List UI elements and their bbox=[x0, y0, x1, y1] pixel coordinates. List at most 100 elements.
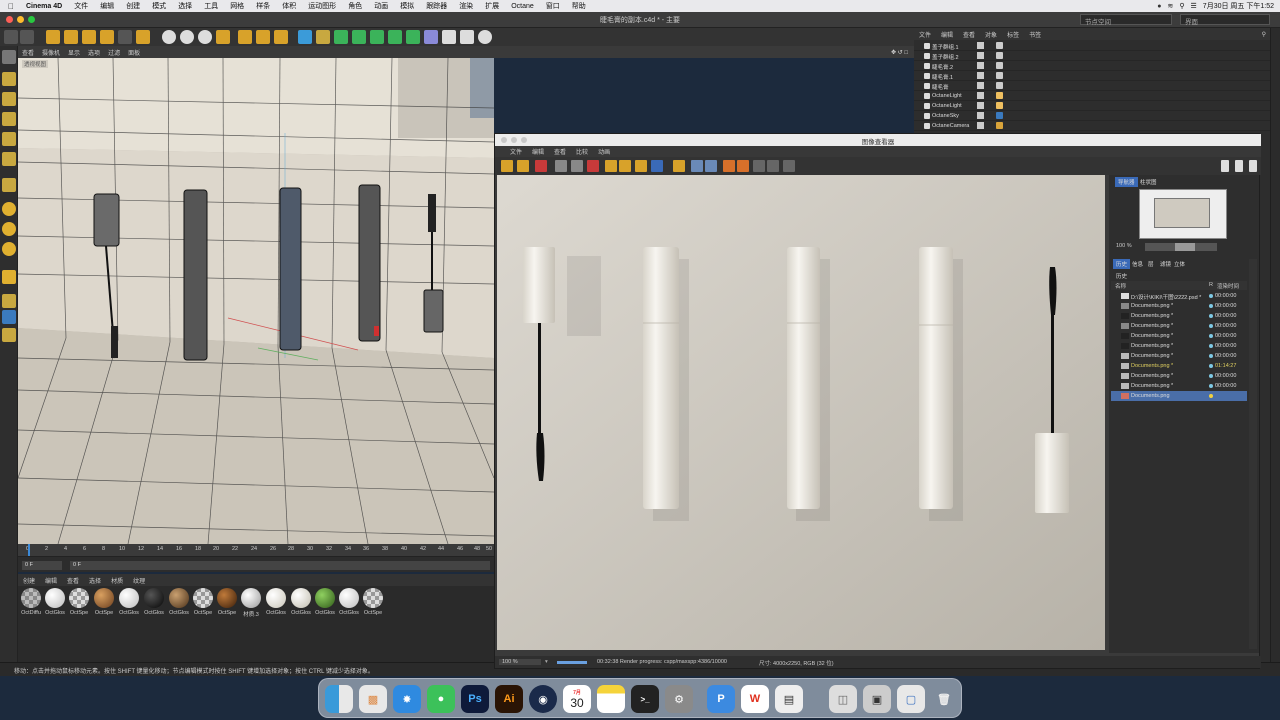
menu-create[interactable]: 创建 bbox=[120, 1, 146, 11]
material-swatch[interactable]: OctGlos bbox=[338, 588, 360, 616]
history-row[interactable]: Documents.png * 00:00:00 bbox=[1111, 381, 1247, 391]
history-row-selected[interactable]: Documents.png bbox=[1111, 391, 1247, 401]
save-icon[interactable] bbox=[517, 160, 529, 172]
visibility-toggle[interactable] bbox=[977, 102, 984, 109]
zoom-select[interactable]: 100 % bbox=[499, 659, 541, 665]
material-swatch[interactable]: OctDiffu bbox=[20, 588, 42, 616]
visibility-toggle[interactable] bbox=[977, 122, 984, 129]
material-swatch[interactable]: OctGlos bbox=[168, 588, 190, 616]
y-axis-icon[interactable] bbox=[180, 30, 194, 44]
split-v-icon[interactable] bbox=[767, 160, 779, 172]
tag-icon[interactable] bbox=[996, 62, 1003, 69]
points-mode-icon[interactable] bbox=[2, 112, 16, 126]
render-image[interactable] bbox=[497, 175, 1105, 650]
ab-icon[interactable] bbox=[673, 160, 685, 172]
obj-menu-view[interactable]: 查看 bbox=[958, 30, 980, 39]
paint-icon[interactable] bbox=[2, 294, 16, 308]
history-row[interactable]: Documents.png * 00:00:00 bbox=[1111, 301, 1247, 311]
wechat-status-icon[interactable]: ● bbox=[1157, 3, 1161, 10]
object-row[interactable]: 睫毛膏.2 bbox=[914, 61, 1270, 71]
layout-side-icon[interactable] bbox=[1235, 160, 1243, 172]
fullscreen-icon[interactable] bbox=[571, 160, 583, 172]
redo-icon[interactable] bbox=[20, 30, 34, 44]
lock-workplane-icon[interactable] bbox=[2, 270, 16, 284]
document-icon[interactable]: ◫ bbox=[829, 685, 857, 713]
current-frame-field[interactable]: 0 F bbox=[70, 561, 490, 570]
camera-tag-icon[interactable] bbox=[996, 122, 1003, 129]
swap-a-icon[interactable] bbox=[691, 160, 703, 172]
tab-histogram[interactable]: 柱状图 bbox=[1137, 177, 1160, 187]
chevron-down-icon[interactable]: ▾ bbox=[545, 659, 548, 665]
navigator-thumbnail[interactable] bbox=[1139, 189, 1227, 239]
pv-menu-view[interactable]: 查看 bbox=[549, 147, 571, 156]
pv-menu-compare[interactable]: 比较 bbox=[571, 147, 593, 156]
wps-office-icon[interactable]: W bbox=[741, 685, 769, 713]
texture-mode-icon[interactable] bbox=[2, 92, 16, 106]
pv-close-button[interactable] bbox=[501, 137, 507, 143]
axis-mode-icon[interactable] bbox=[2, 178, 16, 192]
tag-icon[interactable] bbox=[996, 42, 1003, 49]
menu-render[interactable]: 渲染 bbox=[453, 1, 479, 11]
system-preferences-icon[interactable]: ⚙ bbox=[665, 685, 693, 713]
cube-icon[interactable] bbox=[298, 30, 312, 44]
menu-file[interactable]: 文件 bbox=[68, 1, 94, 11]
set-a-icon[interactable] bbox=[723, 160, 735, 172]
tab-info[interactable]: 信息 bbox=[1129, 259, 1146, 269]
sculpt-icon[interactable] bbox=[2, 310, 16, 324]
viewport-menu-camera[interactable]: 摄像机 bbox=[38, 48, 64, 57]
render-to-picture-viewer-icon[interactable] bbox=[274, 30, 288, 44]
menu-mode[interactable]: 模式 bbox=[146, 1, 172, 11]
tab-navigator[interactable]: 导航器 bbox=[1115, 177, 1138, 187]
zoom-slider-handle[interactable] bbox=[1175, 243, 1195, 251]
anim-icon[interactable] bbox=[651, 160, 663, 172]
difference-icon[interactable] bbox=[783, 160, 795, 172]
material-swatch[interactable]: OctSpe bbox=[362, 588, 384, 616]
snap-settings-icon[interactable] bbox=[2, 222, 16, 236]
edges-mode-icon[interactable] bbox=[2, 132, 16, 146]
visibility-toggle[interactable] bbox=[977, 72, 984, 79]
timeline-icon[interactable] bbox=[2, 328, 16, 342]
pen-icon[interactable] bbox=[316, 30, 330, 44]
history-row[interactable]: Documents.png * 00:00:00 bbox=[1111, 321, 1247, 331]
visibility-toggle[interactable] bbox=[977, 92, 984, 99]
wifi-icon[interactable]: ≋ bbox=[1168, 2, 1174, 10]
material-swatch[interactable]: OctGlos bbox=[290, 588, 312, 616]
history-row[interactable]: Documents.png * 00:00:00 bbox=[1111, 311, 1247, 321]
obj-menu-bookmarks[interactable]: 书签 bbox=[1024, 30, 1046, 39]
visibility-toggle[interactable] bbox=[977, 42, 984, 49]
clock[interactable]: 7月30日 周五 下午1:52 bbox=[1203, 1, 1274, 11]
viewport-menu-view[interactable]: 查看 bbox=[18, 48, 38, 57]
menu-volume[interactable]: 体积 bbox=[276, 1, 302, 11]
object-row[interactable]: 睫毛膏.1 bbox=[914, 71, 1270, 81]
mat-menu-material[interactable]: 材质 bbox=[106, 576, 128, 585]
viewport-menu-options[interactable]: 选项 bbox=[84, 48, 104, 57]
set-b-icon[interactable] bbox=[737, 160, 749, 172]
menu-simulate[interactable]: 模拟 bbox=[394, 1, 420, 11]
render-region-icon[interactable] bbox=[238, 30, 252, 44]
field-icon[interactable] bbox=[388, 30, 402, 44]
deformer-icon[interactable] bbox=[370, 30, 384, 44]
viewport-menu-panel[interactable]: 面板 bbox=[124, 48, 144, 57]
scale-icon[interactable] bbox=[82, 30, 96, 44]
node-space-select[interactable]: 节点空间 bbox=[1080, 14, 1172, 26]
tab-layers[interactable]: 层 bbox=[1145, 259, 1157, 269]
history-row[interactable]: Documents.png * 00:00:00 bbox=[1111, 351, 1247, 361]
workplane-icon[interactable] bbox=[2, 242, 16, 256]
menu-animate[interactable]: 动画 bbox=[368, 1, 394, 11]
visibility-toggle[interactable] bbox=[977, 62, 984, 69]
menu-mesh[interactable]: 网格 bbox=[224, 1, 250, 11]
paste-icon[interactable] bbox=[619, 160, 631, 172]
split-h-icon[interactable] bbox=[753, 160, 765, 172]
zoom-slider[interactable] bbox=[1145, 243, 1217, 251]
pv-menu-file[interactable]: 文件 bbox=[505, 147, 527, 156]
viewport-menu-display[interactable]: 显示 bbox=[64, 48, 84, 57]
z-axis-icon[interactable] bbox=[198, 30, 212, 44]
viewport-nav-icons[interactable]: ✥ ↺ □ bbox=[887, 49, 914, 56]
history-scrollbar[interactable] bbox=[1249, 259, 1257, 649]
region-icon[interactable] bbox=[587, 160, 599, 172]
finder-icon[interactable] bbox=[325, 685, 353, 713]
tag-icon[interactable] bbox=[996, 72, 1003, 79]
floor-icon[interactable] bbox=[442, 30, 456, 44]
polygons-mode-icon[interactable] bbox=[2, 152, 16, 166]
environment-icon[interactable] bbox=[460, 30, 474, 44]
